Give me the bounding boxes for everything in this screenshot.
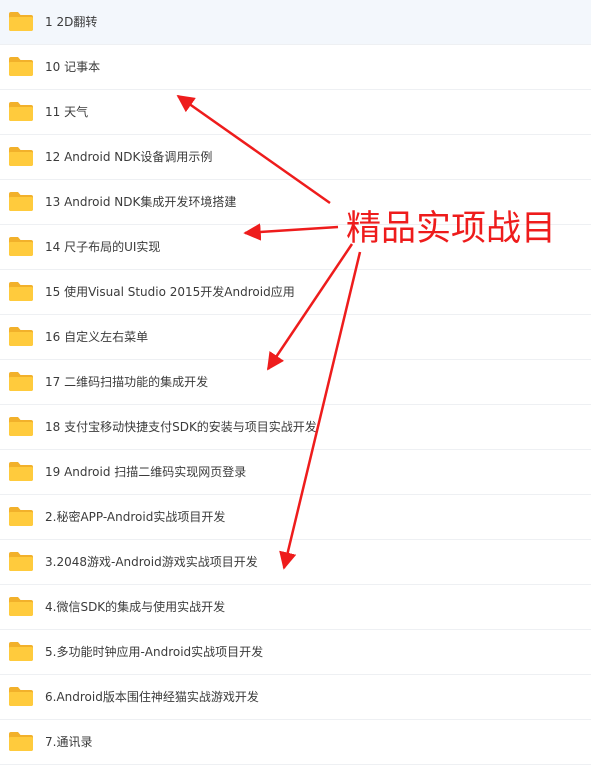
folder-row[interactable]: 7.通讯录 <box>0 720 591 765</box>
folder-name: 3.2048游戏-Android游戏实战项目开发 <box>45 555 258 569</box>
folder-name: 18 支付宝移动快捷支付SDK的安装与项目实战开发 <box>45 420 317 434</box>
folder-row[interactable]: 2.秘密APP-Android实战项目开发 <box>0 495 591 540</box>
folder-row[interactable]: 11 天气 <box>0 90 591 135</box>
folder-row[interactable]: 4.微信SDK的集成与使用实战开发 <box>0 585 591 630</box>
folder-icon <box>8 281 34 302</box>
folder-icon <box>8 146 34 167</box>
folder-icon <box>8 506 34 527</box>
folder-name: 14 尺子布局的UI实现 <box>45 240 161 254</box>
folder-icon <box>8 326 34 347</box>
folder-name: 1 2D翻转 <box>45 15 98 29</box>
folder-name: 19 Android 扫描二维码实现网页登录 <box>45 465 247 479</box>
folder-icon <box>8 416 34 437</box>
folder-icon <box>8 686 34 707</box>
folder-row[interactable]: 10 记事本 <box>0 45 591 90</box>
folder-name: 2.秘密APP-Android实战项目开发 <box>45 510 226 524</box>
folder-icon <box>8 191 34 212</box>
folder-row[interactable]: 16 自定义左右菜单 <box>0 315 591 360</box>
folder-name: 4.微信SDK的集成与使用实战开发 <box>45 600 226 614</box>
folder-row[interactable]: 5.多功能时钟应用-Android实战项目开发 <box>0 630 591 675</box>
folder-icon <box>8 236 34 257</box>
folder-name: 7.通讯录 <box>45 735 93 749</box>
file-list: 1 2D翻转 10 记事本 11 天气 12 Android NDK设备调用示例 13 … <box>0 0 591 765</box>
folder-name: 17 二维码扫描功能的集成开发 <box>45 375 209 389</box>
folder-icon <box>8 101 34 122</box>
folder-row[interactable]: 17 二维码扫描功能的集成开发 <box>0 360 591 405</box>
folder-icon <box>8 596 34 617</box>
folder-name: 5.多功能时钟应用-Android实战项目开发 <box>45 645 264 659</box>
folder-name: 11 天气 <box>45 105 89 119</box>
folder-name: 10 记事本 <box>45 60 101 74</box>
folder-icon <box>8 731 34 752</box>
folder-row[interactable]: 15 使用Visual Studio 2015开发Android应用 <box>0 270 591 315</box>
folder-name: 16 自定义左右菜单 <box>45 330 149 344</box>
folder-icon <box>8 641 34 662</box>
folder-name: 6.Android版本围住神经猫实战游戏开发 <box>45 690 259 704</box>
folder-name: 15 使用Visual Studio 2015开发Android应用 <box>45 285 295 299</box>
folder-icon <box>8 461 34 482</box>
folder-icon <box>8 551 34 572</box>
folder-row[interactable]: 18 支付宝移动快捷支付SDK的安装与项目实战开发 <box>0 405 591 450</box>
folder-name: 13 Android NDK集成开发环境搭建 <box>45 195 237 209</box>
folder-row[interactable]: 3.2048游戏-Android游戏实战项目开发 <box>0 540 591 585</box>
folder-icon <box>8 371 34 392</box>
folder-name: 12 Android NDK设备调用示例 <box>45 150 213 164</box>
folder-row[interactable]: 12 Android NDK设备调用示例 <box>0 135 591 180</box>
folder-icon <box>8 11 34 32</box>
annotation-label: 精品实项战目 <box>346 209 557 249</box>
folder-icon <box>8 56 34 77</box>
folder-row[interactable]: 1 2D翻转 <box>0 0 591 45</box>
folder-row[interactable]: 19 Android 扫描二维码实现网页登录 <box>0 450 591 495</box>
folder-row[interactable]: 6.Android版本围住神经猫实战游戏开发 <box>0 675 591 720</box>
